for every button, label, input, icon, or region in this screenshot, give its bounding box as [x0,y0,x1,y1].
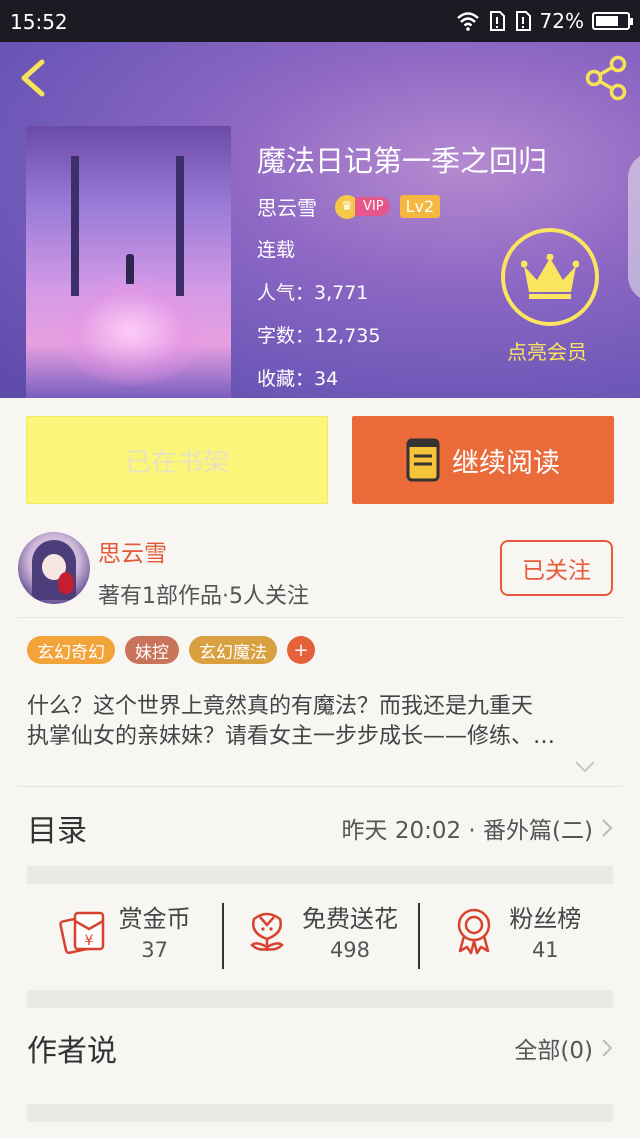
crown-icon [521,254,579,299]
followed-button[interactable]: 已关注 [500,540,613,596]
author-card: 思云雪 著有1部作品·5人关注 已关注 [0,522,640,617]
sim-card-icon [515,11,531,31]
member-crown-badge [501,228,599,326]
avatar[interactable] [18,532,90,604]
level-badge: Lv2 [399,195,441,218]
tag-chip[interactable]: 玄幻奇幻 [27,636,115,664]
status-bar: 15:52 72% [0,0,640,42]
back-button[interactable] [14,56,54,100]
divider [18,617,622,618]
chevron-down-icon[interactable] [574,760,596,774]
chevron-right-icon [602,819,613,837]
description-line: 执掌仙女的亲妹妹？请看女主一步步成长——修练、… [27,724,556,749]
battery-percent: 72% [539,9,584,33]
share-button[interactable] [582,54,630,102]
battery-icon [592,12,633,30]
vip-label: VIP [355,197,390,216]
book-word-count: 字数：12,735 [257,325,381,347]
tag-list: 玄幻奇幻 妹控 玄幻魔法 + [27,636,315,664]
catalog-row[interactable]: 目录 昨天 20:02 · 番外篇(二) [27,806,613,850]
tag-chip[interactable]: 妹控 [125,636,179,664]
section-separator [27,1104,613,1122]
free-flower-button[interactable]: 免费送花 498 [222,885,417,975]
stat-label: 赏金币 [118,904,191,933]
book-author[interactable]: 思云雪 [257,192,317,221]
book-popularity: 人气：3,771 [257,282,369,304]
vip-badge: ♛ VIP [335,194,390,219]
book-description[interactable]: 什么？这个世界上竟然真的有魔法？而我还是九重天 执掌仙女的亲妹妹？请看女主一步步… [27,692,613,752]
author-says-title: 作者说 [27,1034,117,1069]
continue-reading-label: 继续阅读 [452,447,560,479]
sim-card-icon [489,11,505,31]
back-arrow-icon [21,59,45,97]
support-stats: ¥ 赏金币 37 免费送花 498 粉丝榜 41 [27,885,613,975]
medal-icon [458,908,491,955]
stat-label: 免费送花 [301,904,398,933]
tag-chip[interactable]: 玄幻魔法 [189,636,277,664]
fan-ranking-button[interactable]: 粉丝榜 41 [417,885,613,975]
book-header: 魔法日记第一季之回归 思云雪 ♛ VIP Lv2 连载 人气：3,771 字数：… [0,42,640,398]
member-label: 点亮会员 [507,340,587,364]
wifi-icon [456,12,479,31]
battery-fill [596,16,618,26]
svg-text:¥: ¥ [84,933,93,949]
add-tag-button[interactable]: + [287,636,315,664]
author-says-row[interactable]: 作者说 全部(0) [27,1026,613,1070]
section-separator [27,866,613,884]
status-time: 15:52 [10,10,68,34]
book-cover[interactable] [26,126,231,398]
flower-icon [250,912,284,951]
in-bookshelf-button[interactable]: 已在书架 [26,416,328,504]
chevron-right-icon [602,1039,613,1057]
red-envelope-icon: ¥ [58,911,104,955]
description-line: 什么？这个世界上竟然真的有魔法？而我还是九重天 [27,694,534,719]
stat-value: 498 [329,937,371,962]
divider [18,786,622,787]
stat-label: 粉丝榜 [509,904,582,933]
author-name[interactable]: 思云雪 [98,534,167,568]
stat-value: 41 [531,937,559,962]
reward-coins-button[interactable]: ¥ 赏金币 37 [27,885,222,975]
section-separator [27,990,613,1008]
book-title: 魔法日记第一季之回归 [257,144,548,178]
stat-value: 37 [141,937,169,962]
share-icon [585,55,627,101]
catalog-latest-chapter: 昨天 20:02 · 番外篇(二) [341,818,593,844]
book-favorites: 收藏：34 [257,368,339,390]
book-icon [406,438,440,482]
catalog-title: 目录 [27,814,87,849]
author-says-count: 全部(0) [514,1038,593,1064]
author-stats: 著有1部作品·5人关注 [98,584,309,609]
side-drawer-handle[interactable] [628,152,640,302]
member-button[interactable]: 点亮会员 [500,228,600,365]
book-status: 连载 [257,239,296,261]
continue-reading-button[interactable]: 继续阅读 [352,416,614,504]
author-row: 思云雪 ♛ VIP Lv2 [257,192,441,221]
